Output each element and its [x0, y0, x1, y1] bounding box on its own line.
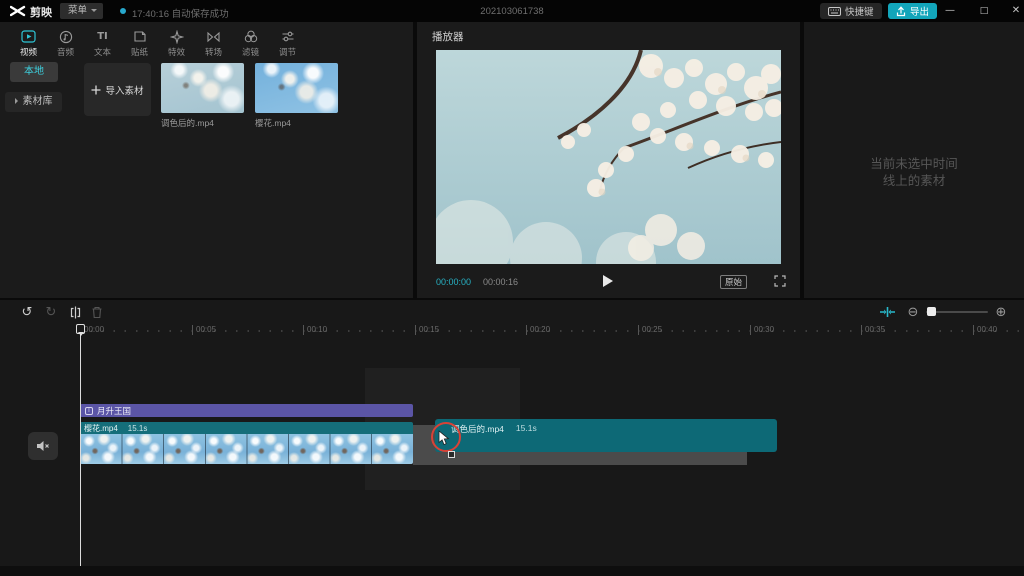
media-panel: 视频 音频 TI 文本 贴纸 特效 [0, 22, 413, 298]
text-clip[interactable]: T 月升王国 [80, 404, 413, 417]
import-media-button[interactable]: 导入素材 [84, 63, 151, 116]
clip-duration: 15.1s [516, 423, 537, 452]
original-quality-button[interactable]: 原始 [720, 275, 747, 289]
keyboard-icon [828, 7, 841, 16]
clip-duration: 15.1s [128, 424, 148, 433]
tab-text[interactable]: TI 文本 [84, 22, 121, 58]
video-preview[interactable] [436, 50, 781, 264]
minimize-button[interactable]: — [938, 0, 962, 22]
player-title: 播放器 [432, 29, 464, 44]
split-icon[interactable] [66, 303, 84, 321]
tab-audio[interactable]: 音频 [47, 22, 84, 58]
undo-icon[interactable]: ↺ [18, 303, 36, 321]
tab-filter[interactable]: 滤镜 [232, 22, 269, 58]
delete-icon[interactable] [88, 303, 106, 321]
media-tabbar: 视频 音频 TI 文本 贴纸 特效 [0, 22, 413, 58]
ruler-label: 00:40 [973, 325, 997, 335]
ruler-label: 00:10 [303, 325, 327, 335]
close-button[interactable]: ✕ [1004, 0, 1024, 22]
transition-icon [206, 29, 221, 44]
clip-header: 樱花.mp4 15.1s [80, 422, 413, 434]
fullscreen-icon[interactable] [774, 275, 786, 287]
playhead-line[interactable] [80, 324, 81, 566]
inspector-panel: 当前未选中时间 线上的素材 [804, 22, 1024, 298]
timeline-section: ↺ ↻ ⊖ ⊕ 00:00 00:05 00:10 00:15 00:20 00… [0, 300, 1024, 576]
mute-track-button[interactable] [28, 432, 58, 460]
zoom-slider-handle[interactable] [927, 307, 936, 316]
menu-button[interactable]: 菜单 [60, 3, 103, 19]
document-title: 202103061738 [412, 6, 612, 17]
player-controls: 00:00:00 00:00:16 原始 [417, 272, 800, 294]
mouse-cursor-icon [438, 430, 450, 446]
media-item-name: 调色后的.mp4 [161, 117, 244, 129]
clip-name: 樱花.mp4 [84, 423, 118, 434]
caret-right-icon [15, 98, 21, 104]
autosave-status-icon [120, 8, 126, 14]
ruler-label: 00:05 [192, 325, 216, 335]
current-time: 00:00:00 [436, 277, 471, 287]
sticker-icon [133, 29, 147, 44]
tab-sticker[interactable]: 贴纸 [121, 22, 158, 58]
titlebar: 剪映 菜单 17:40:16 自动保存成功 202103061738 快捷键 导… [0, 0, 1024, 22]
video-clip-sakura[interactable]: 樱花.mp4 15.1s [80, 422, 413, 464]
tab-adjust[interactable]: 调节 [269, 22, 306, 58]
tab-transition[interactable]: 转场 [195, 22, 232, 58]
ruler-label: 00:35 [861, 325, 885, 335]
timeline-toolbar: ↺ ↻ ⊖ ⊕ [0, 300, 1024, 324]
sparkle-icon [170, 29, 184, 44]
tab-video[interactable]: 视频 [10, 22, 47, 58]
redo-icon[interactable]: ↻ [42, 303, 60, 321]
timeline-ruler[interactable]: 00:00 00:05 00:10 00:15 00:20 00:25 00:3… [0, 324, 1024, 338]
sliders-icon [281, 29, 295, 44]
horizontal-scrollbar[interactable] [0, 566, 1024, 576]
autosave-status: 17:40:16 自动保存成功 [132, 6, 229, 20]
tab-effects[interactable]: 特效 [158, 22, 195, 58]
dragged-clip-graded[interactable]: 调色后的.mp4 15.1s [435, 419, 777, 452]
media-thumbnail[interactable] [255, 63, 338, 113]
media-thumbnail[interactable] [161, 63, 244, 113]
music-note-icon [59, 29, 73, 44]
text-clip-icon: T [85, 407, 93, 415]
export-button[interactable]: 导出 [888, 3, 937, 19]
inspector-empty-message: 当前未选中时间 线上的素材 [804, 156, 1024, 190]
app-window: 剪映 菜单 17:40:16 自动保存成功 202103061738 快捷键 导… [0, 0, 1024, 576]
plus-icon [91, 85, 101, 95]
clip-filmstrip [80, 434, 413, 464]
speaker-icon [36, 440, 50, 452]
export-icon [896, 6, 906, 17]
player-panel: 播放器 [417, 22, 800, 298]
text-icon: TI [97, 29, 108, 44]
ruler-label: 00:15 [415, 325, 439, 335]
playhead-handle[interactable] [76, 324, 85, 334]
snap-to-track-icon[interactable] [878, 303, 896, 321]
video-icon [21, 29, 36, 44]
zoom-in-icon[interactable]: ⊕ [992, 303, 1010, 321]
ruler-label: 00:30 [750, 325, 774, 335]
drag-indicator-icon [448, 451, 455, 458]
play-button[interactable] [603, 275, 613, 287]
sidebar-item-library[interactable]: 素材库 [5, 92, 62, 112]
media-item-graded-clip[interactable]: 调色后的.mp4 [161, 63, 244, 129]
total-duration: 00:00:16 [483, 277, 518, 287]
sidebar-item-local[interactable]: 本地 [10, 62, 58, 82]
media-item-sakura-clip[interactable]: 樱花.mp4 [255, 63, 338, 129]
text-clip-label: 月升王国 [97, 405, 131, 417]
filter-circles-icon [244, 29, 258, 44]
app-logo-icon [10, 4, 26, 18]
app-name: 剪映 [30, 4, 52, 20]
media-item-name: 樱花.mp4 [255, 117, 338, 129]
maximize-button[interactable]: □ [972, 0, 996, 22]
ruler-label: 00:25 [638, 325, 662, 335]
shortcuts-button[interactable]: 快捷键 [820, 3, 882, 19]
zoom-out-icon[interactable]: ⊖ [904, 303, 922, 321]
ruler-label: 00:20 [526, 325, 550, 335]
